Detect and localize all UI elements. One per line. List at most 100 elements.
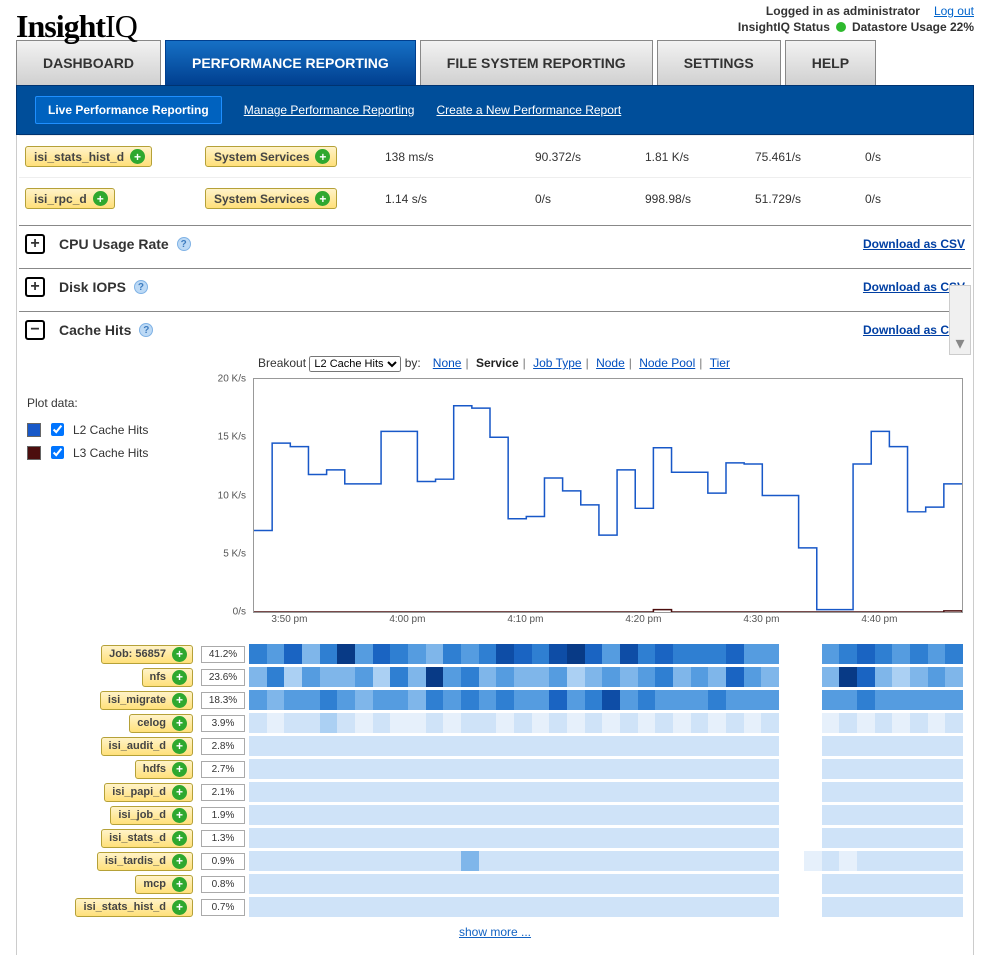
heatmap-row [249, 897, 963, 917]
status-label: InsightIQ Status [738, 20, 830, 34]
expand-icon[interactable]: + [25, 234, 45, 254]
help-icon[interactable]: ? [134, 280, 148, 294]
section-cache: − Cache Hits ? Download as CSV [19, 311, 971, 348]
main-tabs: DASHBOARD PERFORMANCE REPORTING FILE SYS… [0, 40, 990, 85]
service-pill[interactable]: celog+ [129, 714, 193, 733]
service-pct: 3.9% [201, 715, 245, 732]
heatmap-row [249, 644, 963, 664]
job-pill[interactable]: isi_rpc_d+ [25, 188, 115, 209]
logged-in-label: Logged in as administrator [766, 4, 920, 18]
plus-icon: + [172, 854, 187, 869]
service-pct: 18.3% [201, 692, 245, 709]
breakout-service[interactable]: Service [476, 356, 519, 370]
breakout-tier[interactable]: Tier [710, 356, 730, 370]
plus-icon: + [315, 191, 330, 206]
breakout-bar: Breakout L2 Cache Hits by: None| Service… [19, 352, 971, 376]
service-pill[interactable]: hdfs+ [135, 760, 193, 779]
cell-value: 0/s [865, 150, 975, 164]
service-row: isi_stats_hist_d+ 0.7% [27, 896, 963, 918]
plus-icon: + [172, 900, 187, 915]
chart-row: Plot data: L2 Cache Hits L3 Cache Hits 0… [19, 378, 971, 613]
service-pill[interactable]: isi_job_d+ [110, 806, 193, 825]
tab-filesystem[interactable]: FILE SYSTEM REPORTING [420, 40, 653, 85]
scroll-down-icon[interactable]: ▾ [949, 285, 971, 355]
service-pill[interactable]: isi_stats_hist_d+ [75, 898, 193, 917]
cell-value: 998.98/s [645, 192, 755, 206]
service-pct: 1.3% [201, 830, 245, 847]
service-pill[interactable]: System Services+ [205, 188, 337, 209]
job-pill[interactable]: isi_stats_hist_d+ [25, 146, 152, 167]
plus-icon: + [315, 149, 330, 164]
service-row: isi_papi_d+ 2.1% [27, 781, 963, 803]
plus-icon: + [172, 716, 187, 731]
plus-icon: + [172, 785, 187, 800]
service-pct: 2.1% [201, 784, 245, 801]
collapse-icon[interactable]: − [25, 320, 45, 340]
breakout-node[interactable]: Node [596, 356, 625, 370]
legend-swatch-l2 [27, 423, 41, 437]
download-csv-link[interactable]: Download as CSV [863, 237, 965, 251]
breakout-none[interactable]: None [433, 356, 462, 370]
breakout-by-label: by: [405, 356, 421, 370]
service-pct: 0.8% [201, 876, 245, 893]
heatmap-row [249, 713, 963, 733]
tab-dashboard[interactable]: DASHBOARD [16, 40, 161, 85]
tab-settings[interactable]: SETTINGS [657, 40, 781, 85]
cell-value: 1.81 K/s [645, 150, 755, 164]
breakout-nodepool[interactable]: Node Pool [639, 356, 695, 370]
expand-icon[interactable]: + [25, 277, 45, 297]
heatmap-row [249, 851, 963, 871]
plus-icon: + [172, 831, 187, 846]
cell-value: 75.461/s [755, 150, 865, 164]
service-pill[interactable]: System Services+ [205, 146, 337, 167]
help-icon[interactable]: ? [177, 237, 191, 251]
subnav: Live Performance Reporting Manage Perfor… [16, 85, 974, 135]
legend-cb-l2[interactable] [51, 423, 64, 436]
service-pct: 0.9% [201, 853, 245, 870]
service-pill[interactable]: mcp+ [135, 875, 193, 894]
subnav-live[interactable]: Live Performance Reporting [35, 96, 222, 124]
tab-performance[interactable]: PERFORMANCE REPORTING [165, 40, 416, 85]
breakout-jobtype[interactable]: Job Type [533, 356, 581, 370]
plus-icon: + [130, 149, 145, 164]
heatmap-row [249, 736, 963, 756]
service-row: isi_migrate+ 18.3% [27, 689, 963, 711]
service-row: hdfs+2.7% [27, 758, 963, 780]
logo: InsightIQ [16, 8, 137, 45]
service-pct: 0.7% [201, 899, 245, 916]
service-pill[interactable]: isi_audit_d+ [101, 737, 193, 756]
section-title: Disk IOPS [59, 279, 126, 295]
show-more-link[interactable]: show more ... [459, 925, 531, 939]
chart-plot: 0/s5 K/s10 K/s15 K/s20 K/s 3:50 pm4:00 p… [253, 378, 963, 613]
plus-icon: + [172, 693, 187, 708]
service-pill[interactable]: isi_tardis_d+ [97, 852, 193, 871]
service-row: celog+ 3.9% [27, 712, 963, 734]
logout-link[interactable]: Log out [934, 4, 974, 18]
breakout-select[interactable]: L2 Cache Hits [309, 356, 401, 372]
section-cpu: + CPU Usage Rate ? Download as CSV [19, 225, 971, 262]
service-pill[interactable]: isi_papi_d+ [104, 783, 193, 802]
tab-help[interactable]: HELP [785, 40, 876, 85]
breakout-label: Breakout [258, 356, 306, 370]
cell-value: 0/s [865, 192, 975, 206]
subnav-create[interactable]: Create a New Performance Report [436, 103, 621, 117]
cell-value: 138 ms/s [385, 150, 535, 164]
help-icon[interactable]: ? [139, 323, 153, 337]
subnav-manage[interactable]: Manage Performance Reporting [244, 103, 415, 117]
table-row: isi_rpc_d+ System Services+ 1.14 s/s 0/s… [19, 177, 971, 219]
service-pill[interactable]: isi_migrate+ [100, 691, 193, 710]
legend-cb-l3[interactable] [51, 446, 64, 459]
service-pill[interactable]: Job: 56857+ [101, 645, 193, 664]
cell-value: 0/s [535, 192, 645, 206]
legend-label: L2 Cache Hits [73, 423, 148, 437]
service-pill[interactable]: nfs+ [142, 668, 194, 687]
heatmap-row [249, 782, 963, 802]
service-pct: 41.2% [201, 646, 245, 663]
heatmap-row [249, 805, 963, 825]
heatmap-row [249, 759, 963, 779]
heatmap-row [249, 828, 963, 848]
section-title: CPU Usage Rate [59, 236, 169, 252]
service-pill[interactable]: isi_stats_d+ [101, 829, 193, 848]
service-row: isi_job_d+1.9% [27, 804, 963, 826]
table-row: isi_stats_hist_d+ System Services+ 138 m… [19, 135, 971, 177]
